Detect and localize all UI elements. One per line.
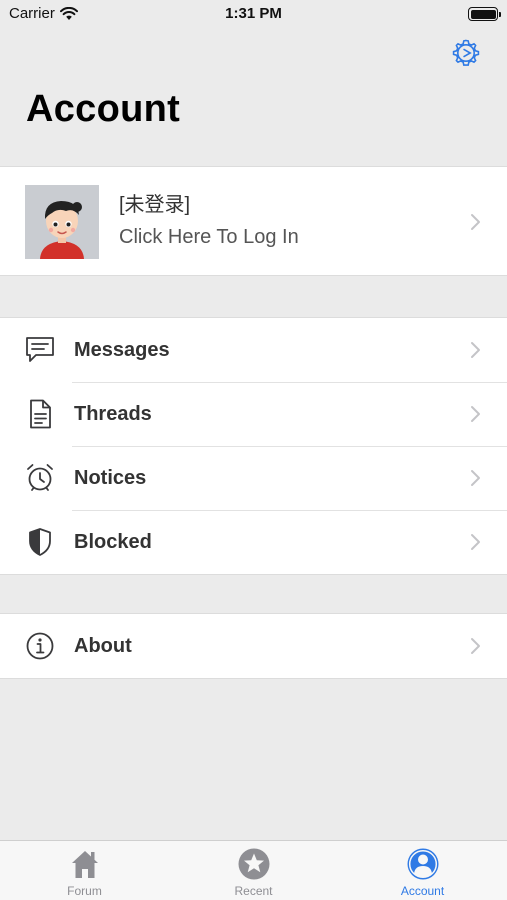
login-prompt: Click Here To Log In xyxy=(119,226,299,248)
chevron-right-icon xyxy=(471,214,480,230)
profile-name: [未登录] xyxy=(119,194,191,216)
avatar xyxy=(25,185,99,259)
menu-row-label: About xyxy=(74,635,132,657)
menu-row-notices[interactable]: Notices xyxy=(0,446,507,510)
gear-icon xyxy=(452,39,480,66)
menu-row-about[interactable]: About xyxy=(0,614,507,678)
star-icon xyxy=(238,848,270,880)
battery-icon xyxy=(468,7,501,21)
chevron-right-icon xyxy=(471,470,480,486)
menu-row-label: Notices xyxy=(74,467,147,489)
chevron-right-icon xyxy=(471,342,480,358)
settings-button[interactable] xyxy=(451,38,481,68)
alarm-clock-icon xyxy=(27,464,53,491)
chevron-right-icon xyxy=(471,534,480,550)
document-icon xyxy=(30,399,51,429)
default-avatar-icon xyxy=(25,185,99,259)
tab-label: Account xyxy=(400,884,445,898)
chevron-right-icon xyxy=(471,406,480,422)
info-icon xyxy=(26,632,54,660)
menu-row-label: Blocked xyxy=(74,531,152,553)
message-icon xyxy=(26,337,54,362)
menu-row-label: Messages xyxy=(74,339,170,361)
tab-label: Recent xyxy=(234,884,273,898)
home-icon xyxy=(72,851,98,878)
menu-row-label: Threads xyxy=(74,403,152,425)
account-menu-section: Messages Threads Notices Blocked xyxy=(0,317,507,575)
status-bar: Carrier 1:31 PM xyxy=(0,0,507,30)
tab-bar: Forum Recent Account xyxy=(0,840,507,900)
login-profile-row[interactable]: [未登录] Click Here To Log In xyxy=(0,166,507,276)
tab-label: Forum xyxy=(67,884,102,898)
menu-row-threads[interactable]: Threads xyxy=(0,382,507,446)
person-icon xyxy=(407,848,439,880)
menu-row-messages[interactable]: Messages xyxy=(0,318,507,382)
tab-account[interactable]: Account xyxy=(338,841,507,900)
shield-icon xyxy=(29,528,51,556)
menu-row-blocked[interactable]: Blocked xyxy=(0,510,507,574)
chevron-right-icon xyxy=(471,638,480,654)
about-menu-section: About xyxy=(0,613,507,679)
status-time: 1:31 PM xyxy=(225,5,282,22)
tab-recent[interactable]: Recent xyxy=(169,841,338,900)
page-title: Account xyxy=(26,88,181,130)
tab-forum[interactable]: Forum xyxy=(0,841,169,900)
